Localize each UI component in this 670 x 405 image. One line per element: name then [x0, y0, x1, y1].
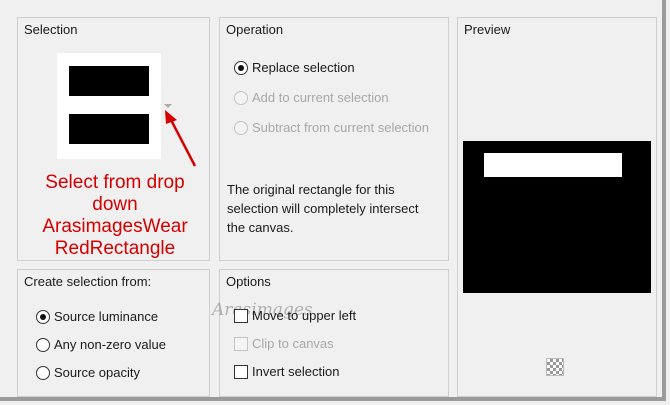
operation-title: Operation [226, 22, 284, 37]
selection-thumbnail[interactable] [57, 53, 161, 159]
create-from-title: Create selection from: [24, 274, 152, 289]
checkerboard-icon[interactable] [546, 358, 564, 376]
checkbox[interactable] [234, 364, 248, 379]
radio-label: Any non-zero value [54, 337, 167, 352]
preview-canvas [463, 141, 651, 293]
selection-title: Selection [24, 22, 78, 37]
check-clip-to-canvas[interactable]: Clip to canvas [234, 336, 334, 351]
radio-label: Replace selection [252, 60, 355, 75]
radio-add-selection[interactable]: Add to current selection [234, 90, 389, 105]
annotation-line: down [92, 194, 138, 215]
radio-label: Source opacity [54, 365, 140, 380]
radio-button[interactable] [36, 365, 50, 380]
preview-title: Preview [464, 22, 511, 37]
radio-subtract-selection[interactable]: Subtract from current selection [234, 120, 429, 135]
checkbox-label: Move to upper left [252, 308, 357, 323]
radio-source-opacity[interactable]: Source opacity [36, 365, 140, 380]
radio-button[interactable] [234, 90, 248, 105]
checkbox-label: Invert selection [252, 364, 340, 379]
chevron-down-icon[interactable] [164, 104, 172, 108]
radio-button[interactable] [36, 309, 50, 324]
radio-source-luminance[interactable]: Source luminance [36, 309, 158, 324]
checkbox-label: Clip to canvas [252, 336, 334, 351]
thumb-top-block [69, 66, 149, 96]
radio-button[interactable] [234, 120, 248, 135]
radio-label: Subtract from current selection [252, 120, 430, 135]
radio-label: Add to current selection [252, 90, 389, 105]
radio-any-nonzero[interactable]: Any non-zero value [36, 337, 166, 352]
check-move-upper-left[interactable]: Move to upper left [234, 308, 356, 323]
preview-selection-rect [484, 153, 622, 177]
thumb-white-bar [69, 96, 149, 114]
options-title: Options [226, 274, 271, 289]
annotation-line: RedRectangle [54, 238, 176, 259]
radio-button[interactable] [36, 337, 50, 352]
radio-label: Source luminance [54, 309, 159, 324]
operation-description: The original rectangle for this selectio… [227, 182, 419, 235]
annotation-text: Select from drop down ArasimagesWear Red… [20, 172, 210, 260]
annotation-line: ArasimagesWear [42, 216, 188, 237]
radio-button[interactable] [234, 60, 248, 75]
checkbox[interactable] [234, 308, 248, 323]
thumb-bottom-block [69, 114, 149, 144]
annotation-line: Select from drop [45, 172, 185, 193]
radio-replace-selection[interactable]: Replace selection [234, 60, 355, 75]
checkbox[interactable] [234, 336, 248, 351]
check-invert-selection[interactable]: Invert selection [234, 364, 339, 379]
